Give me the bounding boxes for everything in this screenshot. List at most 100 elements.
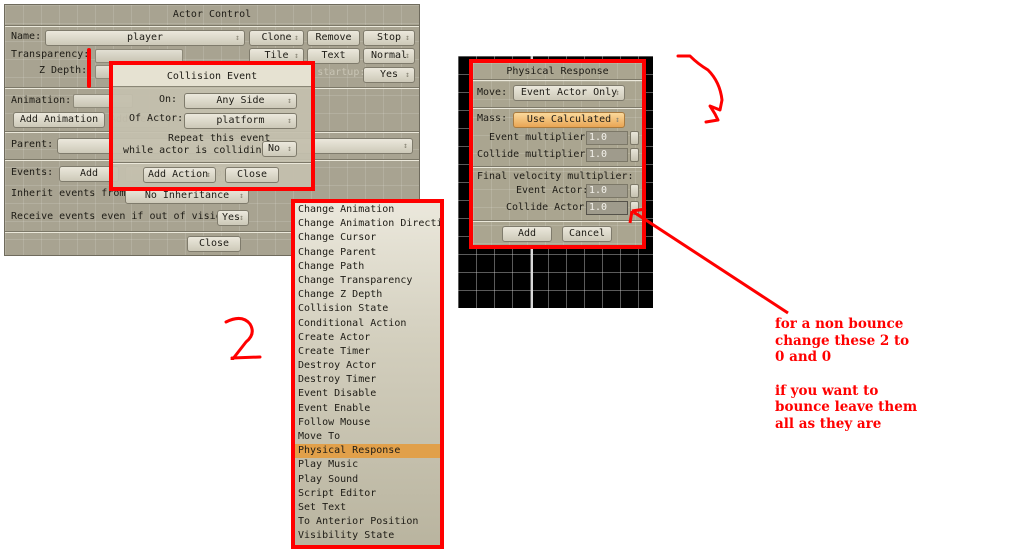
add-animation-button[interactable]: Add Animation	[13, 112, 105, 128]
arrow-head-left	[628, 210, 634, 224]
actor-control-title: Actor Control	[172, 9, 252, 20]
action-list-item[interactable]: Change Parent	[295, 246, 440, 260]
stop-select[interactable]: Stop	[363, 30, 415, 46]
action-dropdown-list: Change Animation Change Animation Directi…	[291, 199, 444, 549]
actor-control-close-button[interactable]: Close	[187, 236, 241, 252]
note-line: for a non bounce	[775, 316, 904, 332]
divider	[113, 162, 311, 164]
note-line-blank	[775, 366, 917, 383]
collide-multiplier-input[interactable]: 1.0	[586, 148, 628, 162]
transparency-label: Transparency:	[11, 49, 90, 60]
on-select[interactable]: Any Side	[184, 93, 297, 109]
note-line: 0 and 0	[775, 349, 832, 365]
action-list-item[interactable]: Follow Mouse	[295, 416, 440, 430]
events-add-select[interactable]: Add	[59, 166, 119, 182]
divider	[5, 25, 419, 27]
collide-actor-label: Collide Actor:	[506, 202, 591, 213]
annotation-3-stroke	[676, 54, 724, 124]
mass-select[interactable]: Use Calculated	[513, 112, 625, 128]
divider	[473, 166, 642, 168]
action-list-item[interactable]: Change Path	[295, 260, 440, 274]
divider	[473, 79, 642, 81]
create-at-startup-select[interactable]: Yes	[363, 67, 415, 83]
final-velocity-label: Final velocity multiplier:	[477, 171, 634, 182]
action-list-item[interactable]: Change Animation	[295, 203, 440, 217]
action-list-item[interactable]: Conditional Action	[295, 317, 440, 331]
action-list-item[interactable]: Change Z Depth	[295, 288, 440, 302]
remove-button[interactable]: Remove	[307, 30, 360, 46]
animation-label: Animation:	[11, 95, 72, 106]
repeat-select[interactable]: No	[262, 141, 297, 157]
collide-multiplier-spinner[interactable]	[630, 148, 639, 162]
annotation-2-stroke-top	[224, 317, 254, 360]
action-list-item[interactable]: Change Animation Direction	[295, 217, 440, 231]
mass-label: Mass:	[477, 113, 508, 124]
add-button[interactable]: Add	[502, 226, 552, 242]
transparency-slider[interactable]	[95, 49, 183, 63]
action-list-item[interactable]: Move To	[295, 430, 440, 444]
receive-events-select[interactable]: Yes	[217, 210, 249, 226]
cancel-button[interactable]: Cancel	[562, 226, 612, 242]
annotation-step-2	[224, 317, 262, 360]
action-list-item[interactable]: Event Disable	[295, 387, 440, 401]
physical-response-title: Physical Response	[506, 66, 609, 77]
arrow-shaft	[631, 209, 789, 315]
of-actor-select[interactable]: platform	[184, 113, 297, 129]
clone-button[interactable]: Clone	[249, 30, 304, 46]
collision-event-title: Collision Event	[166, 71, 258, 82]
action-list-item[interactable]: Play Music	[295, 458, 440, 472]
action-list-item[interactable]: Physical Response	[295, 444, 440, 459]
name-label: Name:	[11, 31, 42, 42]
collide-multiplier-label: Collide multiplier:	[477, 149, 592, 160]
action-list-item[interactable]: Script Editor	[295, 487, 440, 501]
event-multiplier-spinner[interactable]	[630, 131, 639, 145]
repeat-label-line-1: Repeat this event	[168, 133, 271, 144]
annotation-step-1	[87, 48, 91, 88]
event-actor-label: Event Actor:	[516, 185, 589, 196]
action-list-item[interactable]: Change Cursor	[295, 231, 440, 245]
note-line: change these 2 to	[775, 332, 910, 349]
action-list-item[interactable]: Destroy Timer	[295, 373, 440, 387]
annotation-step-3	[676, 54, 724, 124]
tile-button[interactable]: Tile	[249, 48, 304, 64]
annotation-note: for a non bounce change these 2 to 0 and…	[775, 316, 917, 432]
note-line: if you want to	[775, 382, 879, 399]
note-line: bounce leave them	[775, 399, 918, 415]
action-list-item[interactable]: Create Timer	[295, 345, 440, 359]
event-multiplier-label: Event multiplier:	[489, 132, 592, 143]
physical-response-dialog: Physical Response Move: Event Actor Only…	[469, 59, 646, 249]
collision-event-dialog: Collision Event On: Any Side Of Actor: p…	[109, 61, 315, 191]
divider	[473, 107, 642, 109]
move-select[interactable]: Event Actor Only	[513, 85, 625, 101]
action-list-item[interactable]: Play Sound	[295, 473, 440, 487]
action-list-item[interactable]: Collision State	[295, 302, 440, 316]
events-label: Events:	[11, 167, 54, 178]
note-line: all as they are	[775, 415, 882, 432]
action-list-item[interactable]: Destroy Actor	[295, 359, 440, 373]
action-list-item[interactable]: Create Actor	[295, 331, 440, 345]
divider	[473, 220, 642, 222]
action-list-item[interactable]: Event Enable	[295, 402, 440, 416]
action-list-item[interactable]: Change Transparency	[295, 274, 440, 288]
annotation-2-stroke-base	[230, 355, 262, 360]
action-list-item[interactable]: Visibility State	[295, 529, 440, 543]
z-depth-label: Z Depth:	[39, 65, 88, 76]
event-multiplier-input[interactable]: 1.0	[586, 131, 628, 145]
repeat-label-line-2: while actor is colliding:	[123, 145, 274, 156]
normal-select[interactable]: Normal	[363, 48, 415, 64]
parent-label: Parent:	[11, 139, 54, 150]
inherit-select[interactable]: No Inheritance	[125, 188, 249, 204]
move-label: Move:	[477, 87, 508, 98]
add-action-select[interactable]: Add Action	[143, 167, 216, 183]
arrow-head-right	[631, 207, 647, 213]
inherit-label: Inherit events from:	[11, 188, 132, 199]
text-button[interactable]: Text	[307, 48, 360, 64]
action-list-item[interactable]: Set Text	[295, 501, 440, 515]
collision-event-close-button[interactable]: Close	[225, 167, 279, 183]
of-actor-label: Of Actor:	[129, 113, 184, 124]
name-select[interactable]: player	[45, 30, 245, 46]
on-label: On:	[159, 94, 178, 105]
annotation-arrow	[628, 207, 789, 315]
action-list-item[interactable]: To Anterior Position	[295, 515, 440, 529]
receive-events-label: Receive events even if out of vision:	[11, 211, 234, 222]
